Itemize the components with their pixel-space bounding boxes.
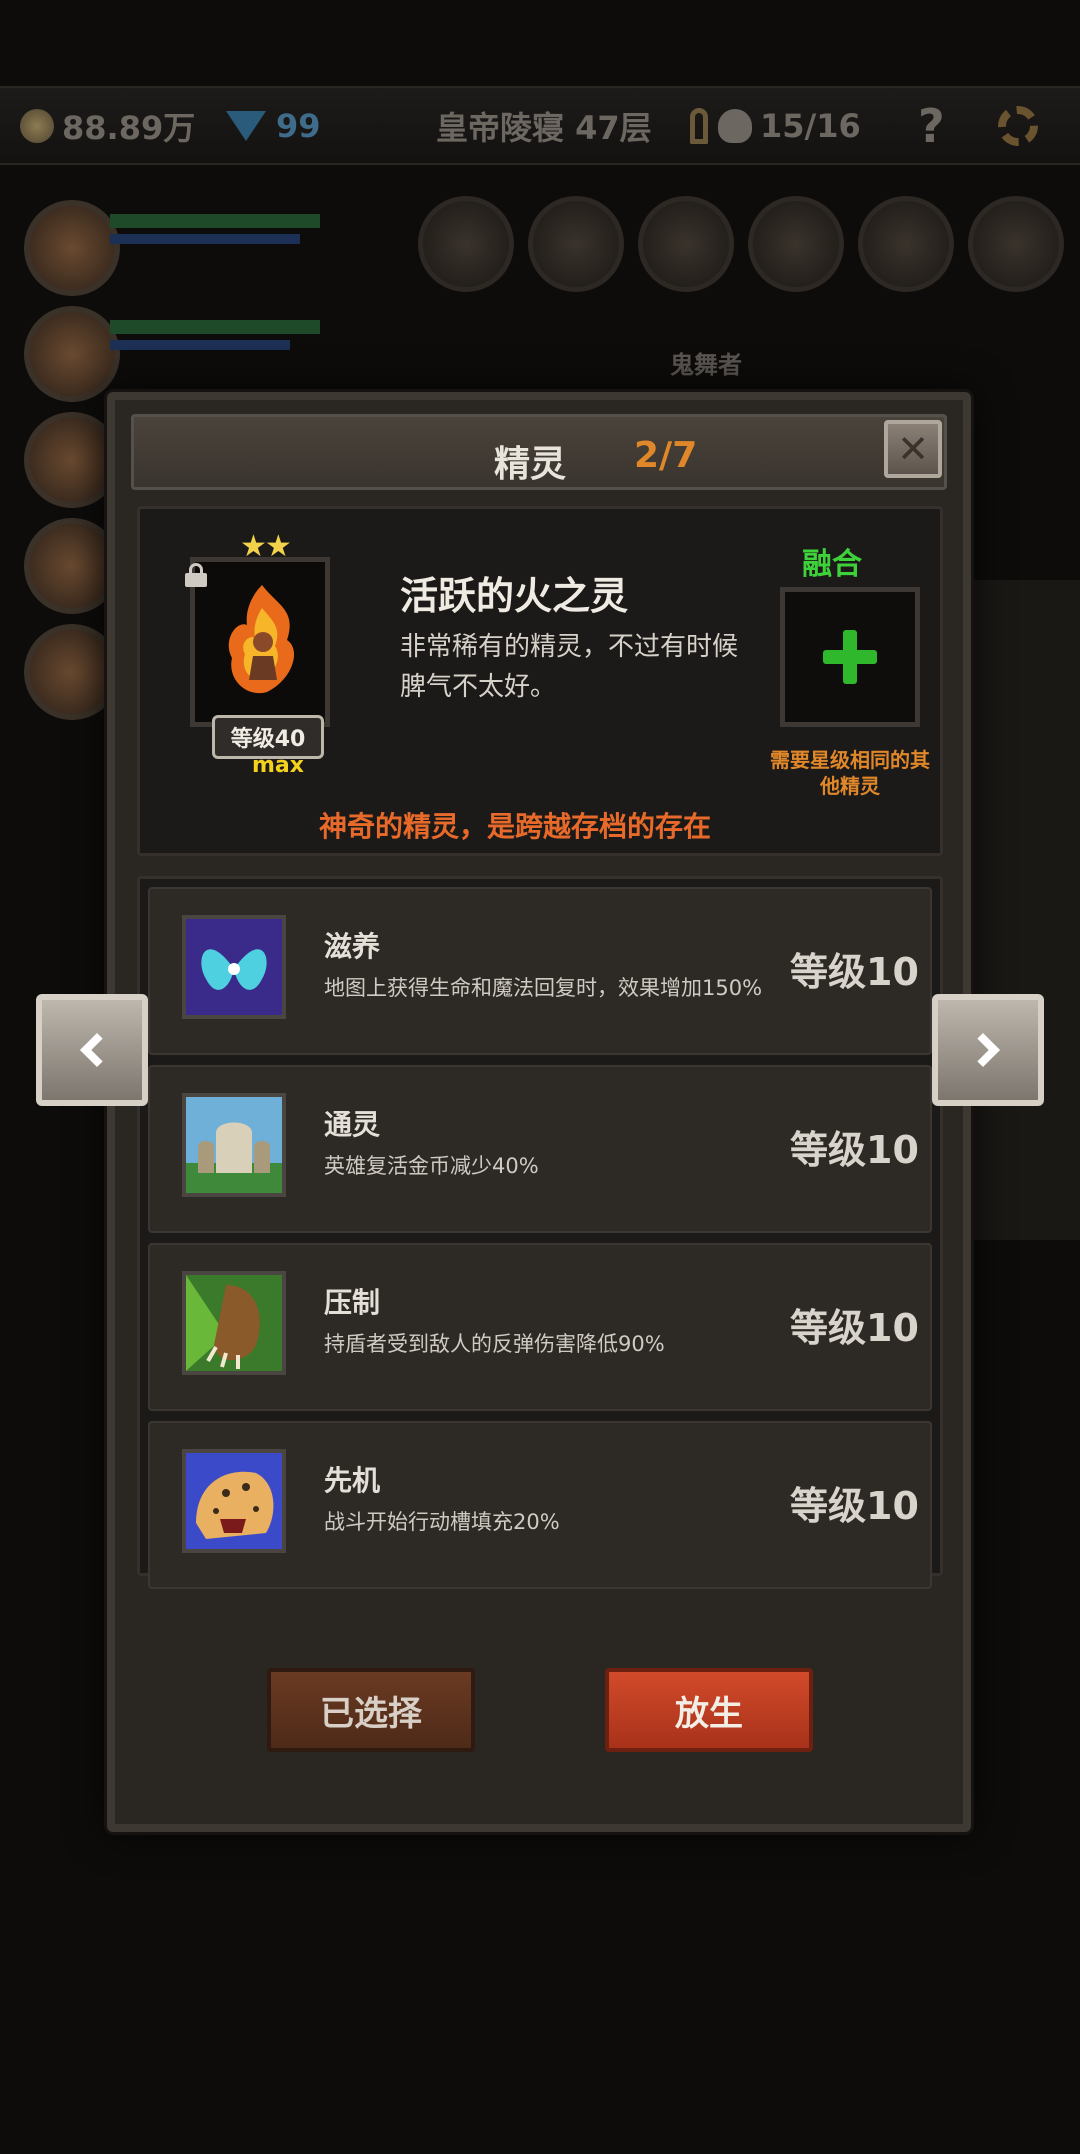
- item-slot: [858, 196, 954, 292]
- skill-name: 压制: [324, 1286, 381, 1319]
- skill-name: 滋养: [324, 930, 381, 963]
- item-slot: [528, 196, 624, 292]
- tombstone-icon: [182, 1093, 286, 1197]
- hero-hp-bar: [110, 320, 320, 334]
- spirit-name: 活跃的火之灵: [400, 574, 629, 618]
- skill-row[interactable]: 先机 战斗开始行动槽填充20% 等级10: [148, 1421, 932, 1589]
- leopard-icon: [182, 1449, 286, 1553]
- hero-class-label: 鬼舞者: [670, 351, 742, 379]
- release-button[interactable]: 放生: [605, 1668, 813, 1752]
- hero-portrait: [24, 306, 120, 402]
- spirit-count: 2/7: [634, 435, 698, 476]
- dialog-title: 精灵: [494, 444, 567, 485]
- skill-row[interactable]: 通灵 英雄复活金币减少40% 等级10: [148, 1065, 932, 1233]
- plus-icon: [823, 630, 877, 684]
- item-slot: [748, 196, 844, 292]
- selected-button[interactable]: 已选择: [267, 1668, 475, 1752]
- hero-portrait: [24, 624, 120, 720]
- skill-name: 通灵: [324, 1108, 381, 1141]
- max-level-label: max: [252, 753, 304, 778]
- settings-button[interactable]: [998, 88, 1038, 163]
- skill-row[interactable]: 滋养 地图上获得生命和魔法回复时，效果增加150% 等级10: [148, 887, 932, 1055]
- previous-spirit-button[interactable]: [36, 994, 148, 1106]
- skill-description: 英雄复活金币减少40%: [324, 1154, 539, 1178]
- scene-panel: [960, 580, 1080, 1240]
- gold-amount: 88.89万: [62, 108, 196, 147]
- spirit-tagline: 神奇的精灵，是跨越存档的存在: [318, 810, 711, 843]
- deaths-count: 15/16: [760, 106, 861, 145]
- skull-icon: [718, 108, 752, 143]
- help-icon: ?: [918, 98, 945, 153]
- skill-list: 滋养 地图上获得生命和魔法回复时，效果增加150% 等级10 通灵 英雄复活金币…: [137, 876, 943, 1589]
- hero-portrait: [24, 412, 120, 508]
- chevron-right-icon: [966, 1033, 1000, 1067]
- item-slot: [418, 196, 514, 292]
- hero-portrait: [24, 518, 120, 614]
- item-slot: [968, 196, 1064, 292]
- location-label: 皇帝陵寝 47层: [436, 88, 652, 163]
- skill-level: 等级10: [790, 1306, 919, 1350]
- fuse-slot-button[interactable]: [780, 587, 920, 727]
- skill-level: 等级10: [790, 1484, 919, 1528]
- gear-icon: [998, 105, 1038, 146]
- fuse-hint: 需要星级相同的其他精灵: [770, 748, 930, 798]
- gem-display: 99: [226, 88, 321, 163]
- item-slot: [638, 196, 734, 292]
- lock-icon[interactable]: [185, 563, 207, 587]
- skill-description: 持盾者受到敌人的反弹伤害降低90%: [324, 1332, 665, 1356]
- spirit-description: 非常稀有的精灵，不过有时候脾气不太好。: [400, 632, 739, 702]
- beast-claw-icon: [182, 1271, 286, 1375]
- coin-icon: [20, 108, 54, 143]
- key-icon: [690, 107, 708, 144]
- skill-row[interactable]: 压制 持盾者受到敌人的反弹伤害降低90% 等级10: [148, 1243, 932, 1411]
- close-button[interactable]: ✕: [884, 420, 942, 478]
- hero-mp-bar: [110, 234, 300, 244]
- close-icon: ✕: [897, 427, 929, 471]
- star-rating: ★★: [240, 529, 292, 564]
- skill-level: 等级10: [790, 950, 919, 994]
- location-text: 皇帝陵寝 47层: [436, 108, 652, 147]
- chevron-left-icon: [80, 1033, 114, 1067]
- hero-hp-bar: [110, 214, 320, 228]
- fuse-label: 融合: [802, 547, 862, 582]
- deaths-display: 15/16: [690, 88, 861, 163]
- top-status-bar: 88.89万 99 皇帝陵寝 47层 15/16 ?: [0, 86, 1080, 165]
- spirit-dialog: 精灵 2/7 ✕ ★★ 等级40 max 活跃的火之灵 非常稀有的精灵，不过有时…: [107, 392, 971, 1832]
- gem-icon: [226, 110, 266, 141]
- skill-name: 先机: [324, 1464, 381, 1497]
- skill-level: 等级10: [790, 1128, 919, 1172]
- next-spirit-button[interactable]: [932, 994, 1044, 1106]
- skill-description: 战斗开始行动槽填充20%: [324, 1510, 560, 1534]
- hero-portrait: [24, 200, 120, 296]
- dialog-titlebar: 精灵 2/7: [131, 414, 947, 490]
- hero-mp-bar: [110, 340, 290, 350]
- fire-spirit-icon: [228, 585, 295, 694]
- skill-description: 地图上获得生命和魔法回复时，效果增加150%: [324, 976, 763, 1000]
- help-button[interactable]: ?: [918, 88, 945, 163]
- fairy-wings-icon: [182, 915, 286, 1019]
- spirit-portrait[interactable]: [190, 557, 330, 727]
- gold-display: 88.89万: [20, 88, 195, 163]
- spirit-info-panel: ★★ 等级40 max 活跃的火之灵 非常稀有的精灵，不过有时候脾气不太好。 融…: [137, 506, 943, 856]
- gem-amount: 99: [276, 106, 321, 145]
